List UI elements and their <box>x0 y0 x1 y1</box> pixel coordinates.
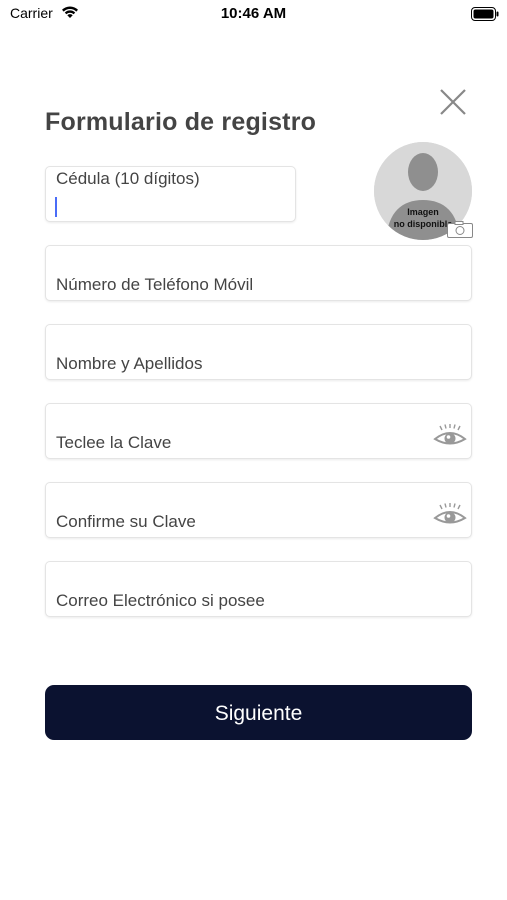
confirm-password-field[interactable]: Confirme su Clave <box>45 482 472 538</box>
email-label: Correo Electrónico si posee <box>56 591 265 610</box>
phone-label: Número de Teléfono Móvil <box>56 275 254 294</box>
confirm-password-label: Confirme su Clave <box>56 512 196 531</box>
password-field[interactable]: Teclee la Clave <box>45 403 472 459</box>
next-button[interactable]: Siguiente <box>45 685 472 740</box>
close-icon <box>440 89 466 115</box>
avatar-caption-line1: Imagen <box>407 207 439 217</box>
phone-field[interactable]: Número de Teléfono Móvil <box>45 245 472 301</box>
status-time: 10:46 AM <box>220 5 287 22</box>
email-field[interactable]: Correo Electrónico si posee <box>45 561 472 617</box>
cedula-field[interactable]: Cédula (10 dígitos) <box>45 166 296 222</box>
eye-icon[interactable] <box>433 424 467 448</box>
password-label: Teclee la Clave <box>56 433 172 452</box>
close-button[interactable] <box>436 86 470 120</box>
cedula-label: Cédula (10 dígitos) <box>56 169 200 188</box>
name-field[interactable]: Nombre y Apellidos <box>45 324 472 380</box>
status-bar: Carrier 10:46 AM <box>0 0 507 28</box>
text-caret <box>55 197 57 217</box>
eye-icon[interactable] <box>433 503 467 527</box>
name-label: Nombre y Apellidos <box>56 354 203 373</box>
page-title: Formulario de registro <box>45 108 317 136</box>
camera-icon[interactable] <box>447 221 473 238</box>
battery-icon <box>471 7 499 26</box>
